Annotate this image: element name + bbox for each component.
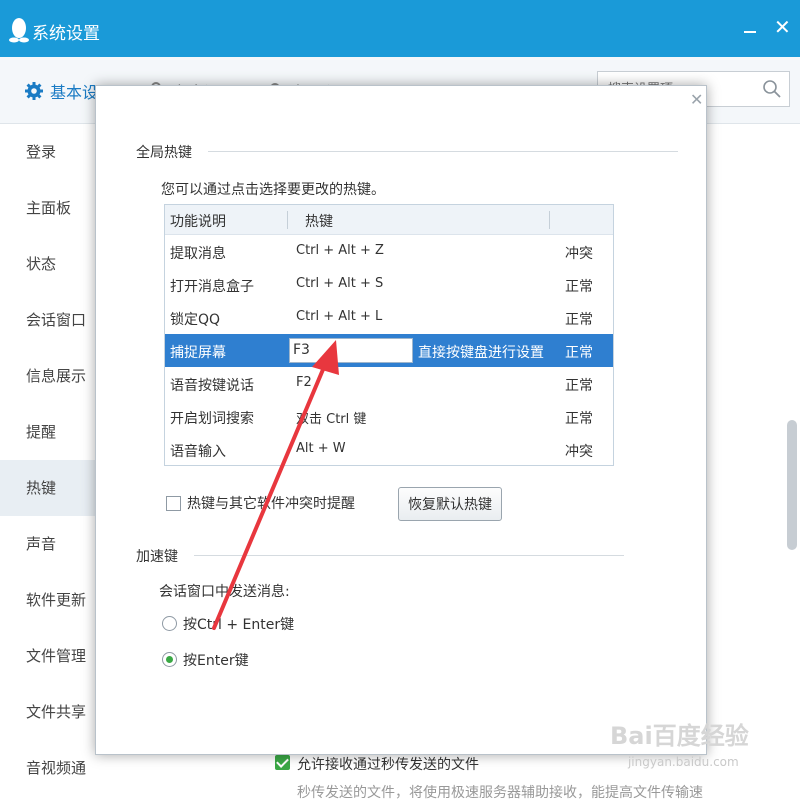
hotkey-table-header: 功能说明 热键 [165, 205, 613, 235]
hotkey-input-field[interactable]: F3 [289, 338, 413, 363]
qq-penguin-icon [9, 18, 29, 43]
row-status: 正常 [565, 345, 593, 361]
row-function: 开启划词搜索 [170, 411, 254, 427]
sidebar-item-info-display[interactable]: 信息展示 [0, 348, 95, 404]
row-function: 打开消息盒子 [170, 279, 254, 295]
content-scrollbar[interactable] [787, 420, 797, 550]
accelerator-keys-title: 加速键 [136, 549, 178, 565]
dialog-close-button[interactable]: ✕ [690, 90, 703, 109]
row-status: 正常 [565, 411, 593, 427]
sidebar-item-chat-window[interactable]: 会话窗口 [0, 292, 95, 348]
row-hotkey: Ctrl + Alt + L [296, 309, 383, 324]
row-hotkey: F2 [296, 375, 312, 390]
table-row[interactable]: 语音输入 Alt + W 冲突 [165, 433, 613, 466]
row-function: 捕捉屏幕 [170, 345, 226, 361]
restore-default-hotkeys-button[interactable]: 恢复默认热键 [398, 487, 502, 521]
hotkey-hint-text: 您可以通过点击选择要更改的热键。 [161, 182, 385, 198]
conflict-reminder-checkbox[interactable] [166, 496, 181, 511]
row-instruction: 直接按键盘进行设置 [418, 345, 544, 361]
row-status: 冲突 [565, 246, 593, 262]
send-enter-label: 按Enter键 [183, 653, 249, 669]
section-divider [208, 151, 678, 152]
table-row[interactable]: 开启划词搜索 双击 Ctrl 键 正常 [165, 400, 613, 433]
row-function: 提取消息 [170, 246, 226, 262]
send-enter-radio[interactable] [162, 652, 177, 667]
row-function: 语音输入 [170, 444, 226, 460]
table-row[interactable]: 锁定QQ Ctrl + Alt + L 正常 [165, 301, 613, 334]
send-ctrl-enter-radio[interactable] [162, 616, 177, 631]
sidebar-item-hotkeys[interactable]: 热键 [0, 460, 95, 516]
settings-sidebar: 登录 主面板 状态 会话窗口 信息展示 提醒 热键 声音 软件更新 文件管理 文… [0, 124, 95, 800]
minimize-button[interactable] [742, 20, 758, 36]
table-row[interactable]: 打开消息盒子 Ctrl + Alt + S 正常 [165, 268, 613, 301]
column-header-hotkey: 热键 [305, 214, 333, 230]
sidebar-item-status[interactable]: 状态 [0, 236, 95, 292]
fast-transfer-checkbox[interactable] [275, 755, 290, 770]
column-separator [549, 211, 550, 229]
row-hotkey: Ctrl + Alt + Z [296, 243, 384, 258]
fast-transfer-label: 允许接收通过秒传发送的文件 [297, 757, 479, 773]
global-hotkeys-title: 全局热键 [136, 145, 192, 161]
row-hotkey: 双击 Ctrl 键 [296, 412, 367, 427]
sidebar-item-main-panel[interactable]: 主面板 [0, 180, 95, 236]
sidebar-item-software-update[interactable]: 软件更新 [0, 572, 95, 628]
window-title: 系统设置 [32, 24, 100, 44]
sidebar-item-sound[interactable]: 声音 [0, 516, 95, 572]
sidebar-item-file-sharing[interactable]: 文件共享 [0, 684, 95, 740]
sidebar-item-reminders[interactable]: 提醒 [0, 404, 95, 460]
fast-transfer-description: 秒传发送的文件，将使用极速服务器辅助接收，能提高文件传输速 [297, 785, 703, 800]
send-message-label: 会话窗口中发送消息: [159, 584, 290, 600]
row-function: 语音按键说话 [170, 378, 254, 394]
conflict-reminder-label: 热键与其它软件冲突时提醒 [187, 496, 355, 512]
sidebar-item-login[interactable]: 登录 [0, 124, 95, 180]
hotkey-table: 功能说明 热键 提取消息 Ctrl + Alt + Z 冲突 打开消息盒子 Ct… [164, 204, 614, 466]
hotkey-settings-dialog: ✕ 全局热键 您可以通过点击选择要更改的热键。 功能说明 热键 提取消息 Ctr… [95, 85, 707, 755]
close-window-button[interactable]: ✕ [774, 16, 791, 38]
table-row[interactable]: 语音按键说话 F2 正常 [165, 367, 613, 400]
row-hotkey: Alt + W [296, 441, 346, 456]
search-icon[interactable] [761, 78, 783, 100]
row-hotkey: Ctrl + Alt + S [296, 276, 384, 291]
column-header-function: 功能说明 [170, 214, 226, 230]
sidebar-item-file-management[interactable]: 文件管理 [0, 628, 95, 684]
row-function: 锁定QQ [170, 312, 221, 328]
column-separator [287, 211, 288, 229]
title-bar: 系统设置 ✕ [0, 0, 800, 57]
row-status: 冲突 [565, 444, 593, 460]
gear-icon [25, 82, 43, 100]
section-divider [194, 555, 624, 556]
table-row[interactable]: 提取消息 Ctrl + Alt + Z 冲突 [165, 235, 613, 268]
send-ctrl-enter-label: 按Ctrl + Enter键 [183, 617, 295, 633]
table-row-selected[interactable]: 捕捉屏幕 F3 直接按键盘进行设置 正常 [165, 334, 613, 367]
row-status: 正常 [565, 378, 593, 394]
row-status: 正常 [565, 312, 593, 328]
sidebar-item-av-call[interactable]: 音视频通话 [0, 740, 95, 796]
row-status: 正常 [565, 279, 593, 295]
